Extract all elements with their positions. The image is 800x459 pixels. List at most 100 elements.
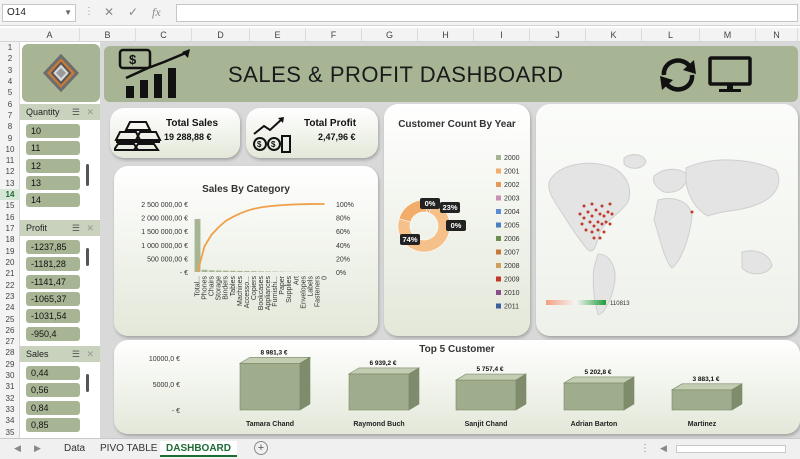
- row-header[interactable]: 19: [0, 246, 20, 257]
- row-header[interactable]: 5: [0, 87, 20, 98]
- monitor-icon[interactable]: [708, 56, 752, 94]
- top-customers-chart: 10000,0 € 5000,0 € - € 8 981,3 € Tamara Chan…: [149, 349, 744, 428]
- row-header[interactable]: 31: [0, 381, 20, 392]
- column-header[interactable]: N: [756, 28, 798, 42]
- name-box[interactable]: O14 ▼: [2, 4, 76, 22]
- row-header[interactable]: 20: [0, 257, 20, 268]
- row-header[interactable]: 6: [0, 99, 20, 110]
- slicer-item[interactable]: -1237,85: [26, 240, 80, 254]
- tab-next-icon[interactable]: ▶: [34, 443, 41, 454]
- column-header[interactable]: H: [418, 28, 474, 42]
- row-header[interactable]: 14: [0, 189, 20, 201]
- formula-bar: O14 ▼ ⋮ ✕ ✓ fx: [0, 0, 800, 26]
- row-header[interactable]: 32: [0, 393, 20, 404]
- clear-filter-icon[interactable]: ✕: [86, 220, 94, 236]
- row-header[interactable]: 10: [0, 144, 20, 155]
- tab-pivo-table[interactable]: PIVO TABLE: [94, 441, 163, 457]
- column-header[interactable]: A: [20, 28, 80, 42]
- bar-side: [515, 373, 527, 411]
- slicer-item[interactable]: -1181,28: [26, 257, 80, 272]
- multi-select-icon[interactable]: ☰: [72, 220, 80, 236]
- row-header[interactable]: 8: [0, 121, 20, 132]
- column-header[interactable]: B: [80, 28, 136, 42]
- slicer-item[interactable]: 14: [26, 193, 80, 208]
- add-sheet-icon[interactable]: +: [254, 441, 268, 455]
- row-header[interactable]: 15: [0, 200, 20, 211]
- slicer-item[interactable]: -950,4: [26, 326, 80, 341]
- row-header[interactable]: 34: [0, 415, 20, 426]
- column-header[interactable]: I: [474, 28, 530, 42]
- row-header[interactable]: 11: [0, 155, 20, 166]
- tab-data[interactable]: Data: [58, 441, 91, 457]
- enter-icon[interactable]: ✓: [128, 5, 138, 19]
- column-header[interactable]: L: [642, 28, 700, 42]
- slicer-item[interactable]: 11: [26, 141, 80, 156]
- column-header[interactable]: J: [530, 28, 586, 42]
- row-header[interactable]: 22: [0, 280, 20, 291]
- slicer-scrollbar[interactable]: [86, 248, 89, 266]
- row-header[interactable]: 27: [0, 336, 20, 347]
- slicer-scrollbar[interactable]: [86, 374, 89, 392]
- scroll-left-icon[interactable]: ◀: [660, 443, 667, 454]
- slicer-item[interactable]: 0,85: [26, 417, 80, 432]
- insert-function-icon[interactable]: fx: [152, 5, 161, 20]
- total-sales-label: Total Sales: [166, 118, 219, 129]
- column-header[interactable]: E: [250, 28, 306, 42]
- row-header[interactable]: 30: [0, 370, 20, 381]
- slicer-item[interactable]: -1031,54: [26, 309, 80, 324]
- refresh-icon[interactable]: [656, 58, 700, 92]
- row-header[interactable]: 7: [0, 110, 20, 121]
- row-header[interactable]: 35: [0, 427, 20, 438]
- column-header[interactable]: G: [362, 28, 418, 42]
- tab-prev-icon[interactable]: ◀: [14, 443, 21, 454]
- row-header[interactable]: 13: [0, 178, 20, 189]
- horizontal-scrollbar[interactable]: [676, 445, 786, 453]
- chevron-down-icon[interactable]: ▼: [64, 5, 72, 21]
- slicer-item[interactable]: 13: [26, 175, 80, 190]
- slicer-scrollbar[interactable]: [86, 164, 89, 186]
- clear-filter-icon[interactable]: ✕: [86, 346, 94, 362]
- column-header[interactable]: K: [586, 28, 642, 42]
- row-header[interactable]: 9: [0, 133, 20, 144]
- formula-input[interactable]: [176, 4, 798, 22]
- bar-front: [348, 373, 410, 411]
- row-header[interactable]: 4: [0, 76, 20, 87]
- sheet-area[interactable]: Quantity ☰ ✕ 10 11 12 13 14 Profit ☰ ✕ -1237,85 -118…: [20, 42, 800, 438]
- row-header[interactable]: 28: [0, 347, 20, 358]
- slicer-item[interactable]: -1141,47: [26, 274, 80, 289]
- row-header[interactable]: 2: [0, 53, 20, 64]
- donut-label: 0%: [451, 221, 462, 230]
- row-header[interactable]: 25: [0, 314, 20, 325]
- row-header[interactable]: 23: [0, 291, 20, 302]
- bar: [243, 271, 250, 272]
- slicer-item[interactable]: 0,84: [26, 400, 80, 415]
- column-header[interactable]: M: [700, 28, 756, 42]
- slicer-item[interactable]: 12: [26, 158, 80, 173]
- row-header[interactable]: 24: [0, 302, 20, 313]
- cancel-icon[interactable]: ✕: [104, 5, 114, 19]
- row-header[interactable]: 12: [0, 166, 20, 177]
- multi-select-icon[interactable]: ☰: [72, 346, 80, 362]
- multi-select-icon[interactable]: ☰: [72, 104, 80, 120]
- column-header[interactable]: D: [192, 28, 250, 42]
- row-header[interactable]: 29: [0, 359, 20, 370]
- clear-filter-icon[interactable]: ✕: [86, 104, 94, 120]
- slicer-item[interactable]: -1065,37: [26, 291, 80, 306]
- row-header[interactable]: 21: [0, 268, 20, 279]
- column-header[interactable]: C: [136, 28, 192, 42]
- slicer-item[interactable]: 0,56: [26, 383, 80, 398]
- row-header[interactable]: 18: [0, 234, 20, 245]
- coins-growth-icon: $ $: [253, 117, 291, 153]
- slicer-item[interactable]: 0,44: [26, 366, 80, 380]
- row-header[interactable]: 17: [0, 223, 20, 234]
- row-header[interactable]: 16: [0, 212, 20, 223]
- legend-label: 2006: [504, 236, 520, 243]
- row-header[interactable]: 26: [0, 325, 20, 336]
- column-header[interactable]: F: [306, 28, 362, 42]
- tab-dashboard[interactable]: DASHBOARD: [160, 441, 237, 457]
- bar: [258, 271, 264, 272]
- row-header[interactable]: 3: [0, 65, 20, 76]
- slicer-item[interactable]: 10: [26, 124, 80, 138]
- row-header[interactable]: 33: [0, 404, 20, 415]
- row-header[interactable]: 1: [0, 42, 20, 53]
